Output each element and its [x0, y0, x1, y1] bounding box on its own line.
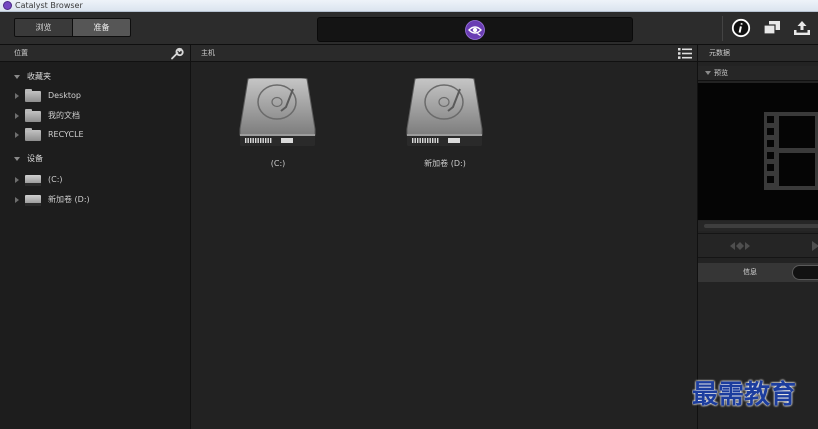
drive-icon — [25, 175, 41, 186]
drive-icon — [25, 195, 41, 206]
export-icon[interactable] — [791, 18, 813, 38]
sidebar-item-label: Desktop — [48, 91, 81, 100]
inspector-panel: 预览 信息 — [697, 62, 818, 429]
catalyst-app-icon — [3, 1, 12, 10]
sidebar-item-documents[interactable]: 我的文档 — [0, 108, 190, 124]
folder-icon — [25, 128, 41, 141]
inspector-title: 元数据 — [709, 49, 730, 57]
collapse-arrow-icon[interactable] — [705, 71, 711, 75]
browser-header: 主机 — [191, 45, 697, 62]
expand-arrow-icon[interactable] — [15, 132, 19, 138]
window-stack-icon[interactable] — [761, 18, 783, 38]
sidebar-header: 位置 — [0, 45, 191, 62]
drive-label: 新加卷 (D:) — [424, 159, 466, 168]
tab-info[interactable]: 信息 — [711, 263, 789, 282]
section-label: 收藏夹 — [27, 72, 51, 81]
title-bar: Catalyst Browser — [0, 0, 818, 12]
sidebar-title: 位置 — [14, 49, 28, 57]
preview-section-header[interactable]: 预览 — [698, 66, 818, 81]
toolbar: 浏览 准备 — [0, 12, 818, 45]
sidebar-item-label: 新加卷 (D:) — [48, 195, 90, 204]
preview-scrubber[interactable] — [698, 221, 818, 231]
expand-arrow-icon[interactable] — [15, 197, 19, 203]
wrench-icon[interactable] — [170, 47, 184, 60]
expand-arrow-icon[interactable] — [15, 113, 19, 119]
collapse-arrow-icon[interactable] — [14, 157, 20, 161]
catalyst-logo-icon[interactable] — [465, 20, 485, 40]
scrubber-track[interactable] — [704, 224, 818, 228]
list-view-icon[interactable] — [678, 48, 692, 59]
expand-arrow-icon[interactable] — [15, 93, 19, 99]
catalyst-browser-window: Catalyst Browser 浏览 准备 位置 主机 元数据 收藏夹 Des… — [0, 0, 818, 429]
sidebar-item-label: 我的文档 — [48, 111, 80, 120]
inspector-header: 元数据 — [697, 45, 818, 62]
drive-tile-c[interactable]: (C:) — [236, 78, 320, 174]
hard-drive-icon — [406, 78, 483, 146]
sidebar-item-label: RECYCLE — [48, 130, 84, 139]
tab-metadata[interactable] — [792, 265, 818, 280]
section-devices[interactable]: 设备 — [0, 151, 190, 167]
toolbar-divider — [722, 16, 723, 41]
inspector-tabs: 信息 — [698, 263, 818, 282]
drive-tile-d[interactable]: 新加卷 (D:) — [403, 78, 487, 174]
mode-prepare-button[interactable]: 准备 — [72, 19, 130, 36]
sidebar-item-label: (C:) — [48, 175, 63, 184]
locations-sidebar: 收藏夹 Desktop 我的文档 RECYCLE 设备 (C:) 新加卷 (D:… — [0, 62, 191, 429]
window-title: Catalyst Browser — [15, 1, 83, 10]
playback-controls — [698, 233, 818, 258]
folder-icon — [25, 89, 41, 102]
folder-icon — [25, 109, 41, 122]
expand-arrow-icon[interactable] — [15, 177, 19, 183]
sidebar-item-recycle[interactable]: RECYCLE — [0, 127, 190, 143]
frame-step-icon[interactable] — [730, 242, 750, 250]
section-label: 设备 — [27, 154, 43, 163]
mode-switch: 浏览 准备 — [14, 18, 131, 37]
sidebar-item-drive-d[interactable]: 新加卷 (D:) — [0, 192, 190, 208]
sidebar-item-drive-c[interactable]: (C:) — [0, 172, 190, 188]
collapse-arrow-icon[interactable] — [14, 75, 20, 79]
preview-label: 预览 — [714, 69, 728, 77]
hard-drive-icon — [239, 78, 316, 146]
info-icon[interactable] — [730, 18, 752, 38]
play-icon[interactable] — [812, 241, 818, 251]
film-strip-icon — [764, 112, 818, 190]
activity-bar[interactable] — [317, 17, 633, 42]
section-favorites[interactable]: 收藏夹 — [0, 69, 190, 85]
mode-browse-button[interactable]: 浏览 — [15, 19, 72, 36]
watermark: 最需教育 — [692, 380, 797, 410]
browser-content: (C:) 新加卷 (D:) — [191, 62, 697, 429]
preview-area — [698, 83, 818, 220]
drive-label: (C:) — [270, 159, 286, 168]
browser-title: 主机 — [201, 49, 215, 57]
sidebar-item-desktop[interactable]: Desktop — [0, 88, 190, 104]
